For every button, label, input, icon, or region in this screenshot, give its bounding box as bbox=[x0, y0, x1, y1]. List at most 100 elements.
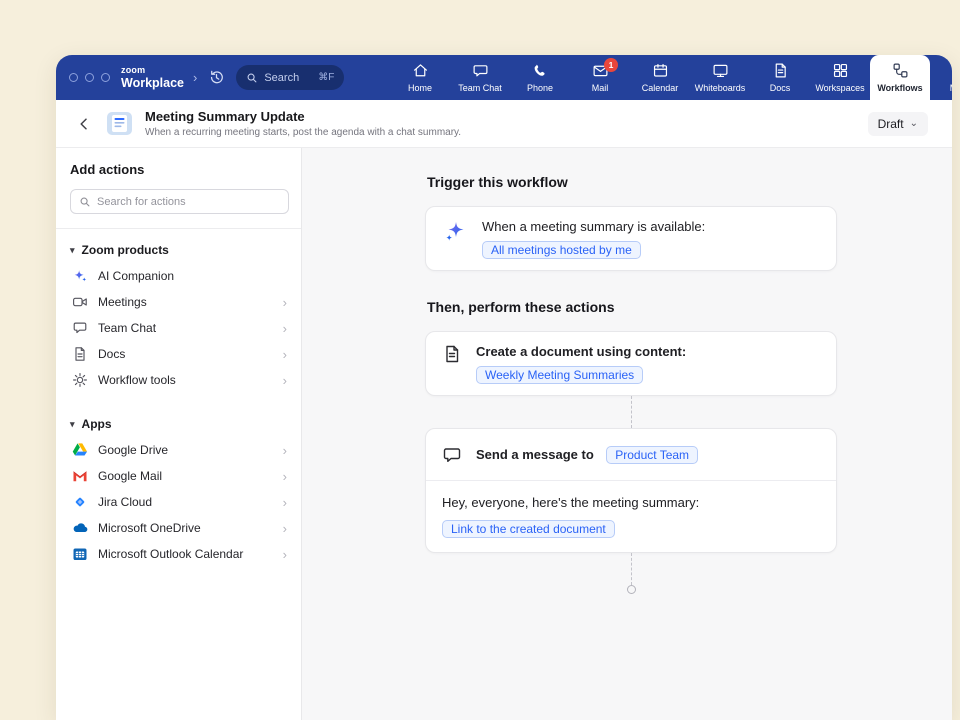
logo-workplace-text: Workplace bbox=[121, 77, 184, 90]
zoom-workplace-logo: zoom Workplace bbox=[121, 66, 184, 90]
action-text: Create a document using content: bbox=[476, 343, 686, 360]
top-navigation-bar: zoom Workplace › Search ⌘F Home bbox=[56, 55, 952, 100]
app-body: Add actions ▾ Zoom products bbox=[56, 148, 952, 720]
nav-label: More bbox=[950, 83, 952, 93]
window-control-circle[interactable] bbox=[85, 73, 94, 82]
chevron-right-icon: › bbox=[283, 469, 289, 484]
sidebar-item-team-chat[interactable]: Team Chat › bbox=[70, 315, 289, 341]
nav-item-mail[interactable]: Mail 1 bbox=[570, 55, 630, 100]
back-button[interactable] bbox=[76, 116, 92, 132]
onedrive-icon bbox=[72, 520, 88, 536]
nav-label: Phone bbox=[527, 83, 553, 93]
sidebar-item-microsoft-outlook-calendar[interactable]: Microsoft Outlook Calendar › bbox=[70, 541, 289, 567]
nav-label: Mail bbox=[592, 83, 609, 93]
nav-label: Workspaces bbox=[815, 83, 864, 93]
workflow-thumbnail-icon bbox=[106, 110, 133, 137]
action-text: Send a message to bbox=[476, 447, 594, 462]
chevron-right-icon: › bbox=[283, 347, 289, 362]
search-icon bbox=[246, 72, 258, 84]
app-window: zoom Workplace › Search ⌘F Home bbox=[56, 55, 952, 720]
chevron-right-icon: › bbox=[283, 521, 289, 536]
jira-icon bbox=[72, 494, 88, 510]
search-input[interactable]: Search ⌘F bbox=[236, 65, 344, 90]
trigger-scope-tag[interactable]: All meetings hosted by me bbox=[482, 241, 641, 259]
meetings-icon bbox=[72, 294, 88, 310]
document-content-tag[interactable]: Weekly Meeting Summaries bbox=[476, 366, 643, 384]
google-drive-icon bbox=[72, 442, 88, 458]
section-apps[interactable]: ▾ Apps bbox=[70, 409, 289, 437]
connector-dashed bbox=[631, 553, 632, 585]
search-icon bbox=[79, 196, 91, 208]
sidebar-item-meetings[interactable]: Meetings › bbox=[70, 289, 289, 315]
nav-item-more[interactable]: More bbox=[930, 55, 952, 100]
phone-icon bbox=[532, 62, 549, 79]
sidebar-item-google-mail[interactable]: Google Mail › bbox=[70, 463, 289, 489]
primary-nav: Home Team Chat Phone Mail 1 bbox=[390, 55, 952, 100]
nav-item-workflows[interactable]: Workflows bbox=[870, 55, 930, 100]
actions-search-input[interactable] bbox=[97, 196, 280, 208]
connector-dashed bbox=[631, 396, 632, 428]
window-control-circle[interactable] bbox=[69, 73, 78, 82]
message-bubble-icon bbox=[442, 445, 462, 465]
sidebar-item-label: Meetings bbox=[98, 295, 147, 309]
chevron-down-icon: ▾ bbox=[70, 245, 75, 256]
nav-label: Whiteboards bbox=[695, 83, 746, 93]
workflow-header: Meeting Summary Update When a recurring … bbox=[56, 100, 952, 148]
team-chat-icon bbox=[472, 62, 489, 79]
sidebar-item-label: Google Drive bbox=[98, 443, 168, 457]
create-document-content: Create a document using content: Weekly … bbox=[476, 343, 686, 384]
actions-search-field[interactable] bbox=[70, 189, 289, 214]
nav-item-whiteboards[interactable]: Whiteboards bbox=[690, 55, 750, 100]
home-icon bbox=[412, 62, 429, 79]
search-shortcut: ⌘F bbox=[318, 72, 334, 83]
chevron-right-icon: › bbox=[283, 373, 289, 388]
outlook-calendar-icon bbox=[72, 546, 88, 562]
trigger-card[interactable]: When a meeting summary is available: All… bbox=[425, 206, 837, 271]
workflows-icon bbox=[892, 62, 909, 79]
trigger-text: When a meeting summary is available: bbox=[482, 218, 705, 235]
section-zoom-products[interactable]: ▾ Zoom products bbox=[70, 235, 289, 263]
chevron-right-icon: › bbox=[283, 443, 289, 458]
nav-item-home[interactable]: Home bbox=[390, 55, 450, 100]
history-icon[interactable] bbox=[208, 69, 225, 86]
sidebar-title: Add actions bbox=[70, 162, 289, 177]
document-link-tag[interactable]: Link to the created document bbox=[442, 520, 615, 538]
sidebar-item-google-drive[interactable]: Google Drive › bbox=[70, 437, 289, 463]
window-controls bbox=[69, 73, 110, 82]
nav-item-calendar[interactable]: Calendar bbox=[630, 55, 690, 100]
sidebar-item-docs[interactable]: Docs › bbox=[70, 341, 289, 367]
sidebar-item-microsoft-onedrive[interactable]: Microsoft OneDrive › bbox=[70, 515, 289, 541]
sidebar-item-jira-cloud[interactable]: Jira Cloud › bbox=[70, 489, 289, 515]
chevron-right-icon[interactable]: › bbox=[193, 71, 197, 84]
nav-label: Docs bbox=[770, 83, 791, 93]
chevron-down-icon: ⌄ bbox=[910, 118, 918, 129]
nav-label: Team Chat bbox=[458, 83, 502, 93]
gmail-icon bbox=[72, 468, 88, 484]
recipient-tag[interactable]: Product Team bbox=[606, 446, 698, 464]
send-message-row: Send a message to Product Team bbox=[476, 446, 698, 464]
chevron-right-icon: › bbox=[283, 295, 289, 310]
sidebar-item-label: Team Chat bbox=[98, 321, 156, 335]
nav-item-docs[interactable]: Docs bbox=[750, 55, 810, 100]
draft-status-dropdown[interactable]: Draft ⌄ bbox=[868, 112, 928, 136]
create-document-card[interactable]: Create a document using content: Weekly … bbox=[425, 331, 837, 396]
section-label: Zoom products bbox=[82, 243, 169, 257]
send-message-card[interactable]: Send a message to Product Team Hey, ever… bbox=[425, 428, 837, 553]
section-label: Apps bbox=[82, 417, 112, 431]
nav-item-team-chat[interactable]: Team Chat bbox=[450, 55, 510, 100]
window-control-circle[interactable] bbox=[101, 73, 110, 82]
more-icon bbox=[952, 62, 953, 79]
sidebar-item-label: Jira Cloud bbox=[98, 495, 152, 509]
sidebar-item-workflow-tools[interactable]: Workflow tools › bbox=[70, 367, 289, 393]
sidebar-item-label: Docs bbox=[98, 347, 125, 361]
chevron-right-icon: › bbox=[283, 495, 289, 510]
trigger-content: When a meeting summary is available: All… bbox=[482, 218, 705, 259]
nav-item-phone[interactable]: Phone bbox=[510, 55, 570, 100]
message-body-text: Hey, everyone, here's the meeting summar… bbox=[442, 494, 820, 511]
page-title: Meeting Summary Update bbox=[145, 109, 461, 124]
nav-item-workspaces[interactable]: Workspaces bbox=[810, 55, 870, 100]
sidebar-item-label: AI Companion bbox=[98, 269, 174, 283]
docs-icon bbox=[72, 346, 88, 362]
sidebar-item-ai-companion[interactable]: AI Companion bbox=[70, 263, 289, 289]
ai-sparkle-icon bbox=[442, 219, 468, 245]
